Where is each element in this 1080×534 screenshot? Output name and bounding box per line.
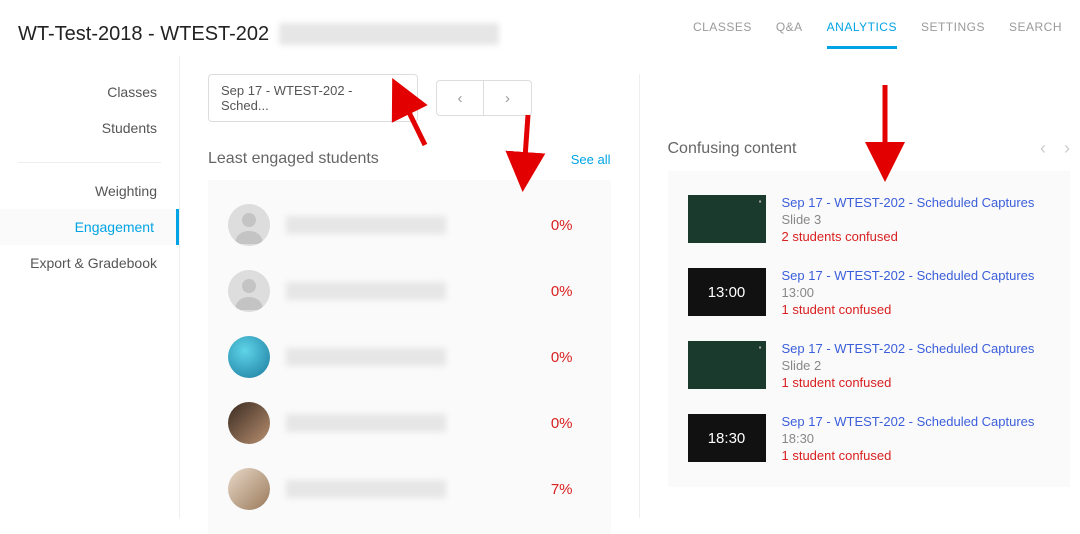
video-thumbnail: 18:30 (688, 414, 766, 462)
avatar (228, 402, 270, 444)
sidebar-item-students[interactable]: Students (0, 110, 179, 146)
confusing-row[interactable]: ▪ Sep 17 - WTEST-202 - Scheduled Capture… (684, 329, 1055, 402)
least-engaged-card: 0% 0% 0% 0% (208, 180, 611, 534)
least-engaged-title: Least engaged students (208, 150, 379, 168)
confusing-content-title: Confusing content (668, 140, 797, 158)
tab-analytics[interactable]: ANALYTICS (827, 20, 897, 49)
confusing-prev-button[interactable]: ‹ (1040, 138, 1046, 159)
confusing-row[interactable]: 13:00 Sep 17 - WTEST-202 - Scheduled Cap… (684, 256, 1055, 329)
student-name-redacted (286, 348, 446, 366)
main-tabs: CLASSES Q&A ANALYTICS SETTINGS SEARCH (693, 20, 1062, 49)
avatar (228, 204, 270, 246)
engagement-percent: 0% (551, 349, 573, 366)
tab-settings[interactable]: SETTINGS (921, 20, 985, 49)
sidebar-item-export[interactable]: Export & Gradebook (0, 245, 179, 281)
confusing-title-link[interactable]: Sep 17 - WTEST-202 - Scheduled Captures (782, 268, 1035, 283)
confusing-title-link[interactable]: Sep 17 - WTEST-202 - Scheduled Captures (782, 341, 1035, 356)
confusing-sub: 13:00 (782, 285, 1035, 300)
student-row[interactable]: 0% (224, 258, 595, 324)
student-row[interactable]: 0% (224, 390, 595, 456)
engagement-percent: 7% (551, 481, 573, 498)
dropdown-label: Sep 17 - WTEST-202 - Sched... (221, 83, 399, 113)
confusing-count: 2 students confused (782, 229, 1035, 244)
title-redacted (279, 23, 499, 45)
student-name-redacted (286, 216, 446, 234)
engagement-percent: 0% (551, 415, 573, 432)
next-button[interactable]: › (484, 80, 532, 116)
confusing-count: 1 student confused (782, 302, 1035, 317)
confusing-title-link[interactable]: Sep 17 - WTEST-202 - Scheduled Captures (782, 195, 1035, 210)
confusing-sub: Slide 2 (782, 358, 1035, 373)
confusing-row[interactable]: 18:30 Sep 17 - WTEST-202 - Scheduled Cap… (684, 402, 1055, 475)
confusing-next-button[interactable]: › (1064, 138, 1070, 159)
video-thumbnail: 13:00 (688, 268, 766, 316)
confusing-title-link[interactable]: Sep 17 - WTEST-202 - Scheduled Captures (782, 414, 1035, 429)
engagement-percent: 0% (551, 217, 573, 234)
sidebar-item-weighting[interactable]: Weighting (0, 173, 179, 209)
confusing-sub: Slide 3 (782, 212, 1035, 227)
sidebar-item-engagement[interactable]: Engagement (0, 209, 179, 245)
confusing-sub: 18:30 (782, 431, 1035, 446)
tab-qa[interactable]: Q&A (776, 20, 803, 49)
sidebar-divider (18, 162, 161, 163)
tab-classes[interactable]: CLASSES (693, 20, 752, 49)
confusing-pager: ‹ › (1040, 138, 1070, 159)
thumb-time: 13:00 (708, 284, 746, 301)
student-row[interactable]: 0% (224, 192, 595, 258)
see-all-link[interactable]: See all (571, 152, 611, 167)
student-name-redacted (286, 480, 446, 498)
avatar (228, 468, 270, 510)
student-row[interactable]: 7% (224, 456, 595, 522)
engagement-percent: 0% (551, 283, 573, 300)
thumb-time: 18:30 (708, 430, 746, 447)
student-name-redacted (286, 414, 446, 432)
page-title: WT-Test-2018 - WTEST-202 (18, 23, 269, 46)
student-row[interactable]: 0% (224, 324, 595, 390)
confusing-count: 1 student confused (782, 448, 1035, 463)
avatar (228, 270, 270, 312)
tab-search[interactable]: SEARCH (1009, 20, 1062, 49)
slide-thumbnail: ▪ (688, 341, 766, 389)
slide-thumbnail: ▪ (688, 195, 766, 243)
confusing-count: 1 student confused (782, 375, 1035, 390)
session-dropdown[interactable]: Sep 17 - WTEST-202 - Sched... ▾ (208, 74, 418, 122)
prev-button[interactable]: ‹ (436, 80, 484, 116)
sidebar-item-classes[interactable]: Classes (0, 74, 179, 110)
confusing-row[interactable]: ▪ Sep 17 - WTEST-202 - Scheduled Capture… (684, 183, 1055, 256)
session-pager: ‹ › (436, 80, 532, 116)
confusing-content-card: ▪ Sep 17 - WTEST-202 - Scheduled Capture… (668, 171, 1071, 487)
chevron-down-icon: ▾ (399, 92, 405, 105)
sidebar: Classes Students Weighting Engagement Ex… (0, 56, 180, 518)
student-name-redacted (286, 282, 446, 300)
avatar (228, 336, 270, 378)
